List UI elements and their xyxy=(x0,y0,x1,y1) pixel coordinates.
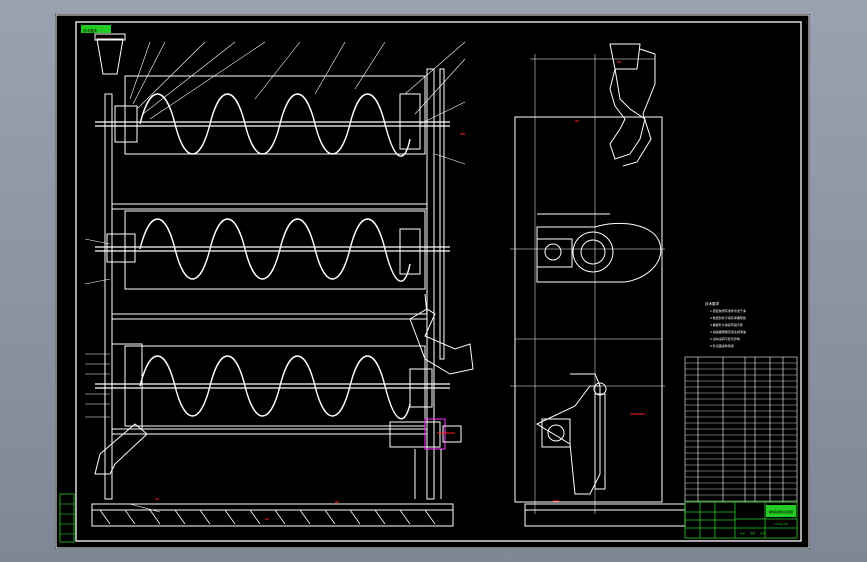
rev-label-2: 处数 xyxy=(750,531,756,535)
technical-notes: 技术要求 1.装配前所有零件清洗干净 2.各密封处不得有渗漏现象 3.螺旋叶片焊… xyxy=(705,301,746,348)
drawing-sheet: 技术要求 1.装配前所有零件清洗干净 2.各密封处不得有渗漏现象 3.螺旋叶片焊… xyxy=(55,14,810,549)
cad-viewport: 技术要求 1.装配前所有零件清洗干净 2.各密封处不得有渗漏现象 3.螺旋叶片焊… xyxy=(0,0,867,562)
notes-heading: 技术要求 xyxy=(705,301,719,306)
title-code-text: LXSSJ-00 xyxy=(774,522,787,526)
note-3: 3.螺旋叶片焊接牢固平整 xyxy=(710,322,743,327)
front-view xyxy=(84,33,474,527)
parts-rows xyxy=(685,362,797,502)
note-6: 6.外表面涂防锈漆 xyxy=(710,343,734,348)
note-4: 4.减速器按规定加注润滑油 xyxy=(710,329,746,334)
parts-list xyxy=(684,356,798,503)
dimension-marks xyxy=(155,133,465,520)
title-name-text: 螺旋输送机总装图 xyxy=(769,509,793,514)
note-2: 2.各密封处不得有渗漏现象 xyxy=(710,315,746,320)
side-view xyxy=(510,43,686,527)
note-1: 1.装配前所有零件清洗干净 xyxy=(710,308,746,313)
rev-label-1: 标记 xyxy=(740,531,746,535)
inner-frame xyxy=(75,21,802,542)
note-5: 5.试车运转平稳无异响 xyxy=(710,336,740,341)
tag-text: 技术要求 xyxy=(83,28,97,33)
assembly-drawing: 技术要求 1.装配前所有零件清洗干净 2.各密封处不得有渗漏现象 3.螺旋叶片焊… xyxy=(55,14,810,549)
side-strip xyxy=(59,493,75,543)
rev-label-3: 分区 xyxy=(760,531,766,535)
